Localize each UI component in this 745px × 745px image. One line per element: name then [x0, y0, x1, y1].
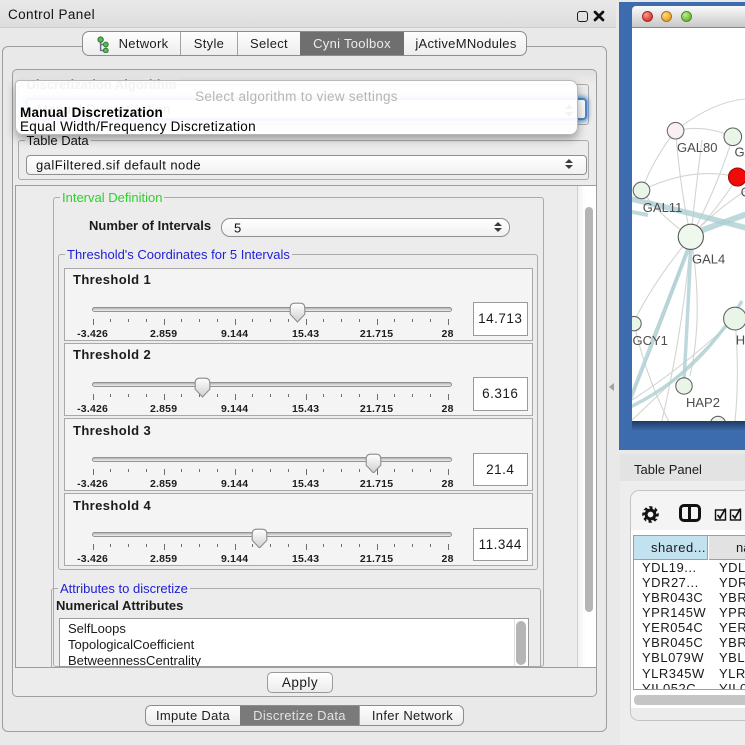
svg-text:GAL11: GAL11 — [643, 200, 683, 215]
svg-text:GA: GA — [735, 145, 745, 160]
svg-text:GAL80: GAL80 — [677, 140, 717, 155]
svg-text:C: C — [741, 185, 745, 200]
svg-text:GCY1: GCY1 — [633, 333, 668, 348]
svg-text:H: H — [736, 333, 745, 348]
svg-text:HAP2: HAP2 — [686, 395, 720, 410]
svg-text:GAL4: GAL4 — [692, 252, 725, 267]
